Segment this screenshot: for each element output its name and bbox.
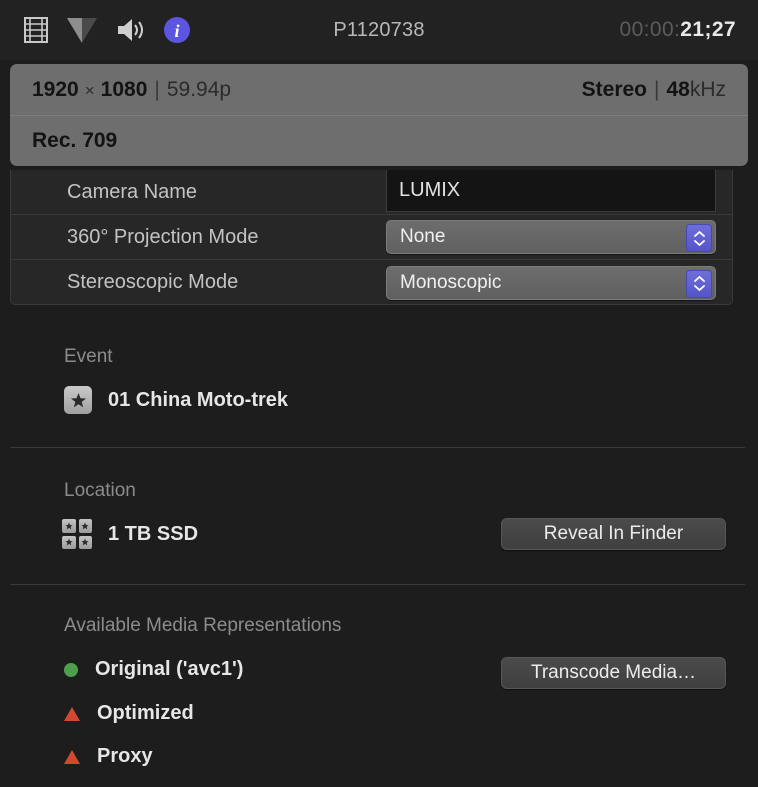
drive-cell [78, 519, 92, 533]
drive-cell [62, 519, 76, 533]
media-representation-label: Original ('avc1') [95, 658, 244, 680]
media-representation-label: Optimized [97, 702, 194, 724]
projection-mode-stepper[interactable] [686, 224, 712, 252]
film-strip-icon-glyph [24, 17, 48, 43]
triangle-inspector-icon[interactable] [65, 16, 99, 44]
property-label-stereoscopic-mode: Stereoscopic Mode [67, 271, 239, 293]
colorspace-row: Rec. 709 [10, 115, 748, 166]
clip-properties-list: Camera Name LUMIX 360° Projection Mode N… [10, 170, 733, 305]
location-item-label: 1 TB SSD [108, 522, 199, 545]
stereoscopic-mode-value: Monoscopic [400, 271, 502, 293]
status-missing-icon [64, 706, 80, 721]
projection-mode-select[interactable]: None [386, 220, 716, 254]
star-glyph [65, 538, 73, 546]
property-control-stereoscopic-mode: Monoscopic [386, 265, 732, 300]
event-item[interactable]: 01 China Moto-trek [64, 386, 288, 414]
chevron-down-icon [693, 239, 705, 246]
property-label-projection-mode: 360° Projection Mode [67, 225, 259, 248]
info-icon-glyph: i [164, 17, 190, 43]
section-divider-location [10, 584, 745, 585]
audio-divider: | [654, 77, 660, 101]
location-section-heading: Location [64, 480, 136, 501]
reveal-in-finder-button[interactable]: Reveal In Finder [501, 518, 726, 550]
inspector-tab-icons: i [24, 16, 191, 44]
status-available-icon [64, 662, 78, 677]
media-representation-label: Proxy [97, 745, 153, 767]
section-divider-event [10, 447, 745, 448]
media-representation-row: Proxy [64, 745, 153, 768]
frame-width: 1920 [32, 77, 79, 101]
timecode-active: 21;27 [680, 18, 736, 41]
video-format-summary: 1920 × 1080 | 59.94p [32, 78, 231, 102]
star-glyph [81, 538, 89, 546]
star-glyph [65, 522, 73, 530]
video-summary-row: 1920 × 1080 | 59.94p Stereo | 48 kHz [10, 64, 748, 115]
location-item[interactable]: 1 TB SSD [62, 519, 198, 549]
colorspace-summary: Rec. 709 [32, 129, 117, 153]
event-item-label: 01 China Moto-trek [108, 388, 289, 411]
star-event-icon-glyph [70, 392, 86, 407]
audio-sample-rate: 48 [666, 77, 690, 101]
svg-text:i: i [174, 21, 179, 41]
media-summary-overlay: 1920 × 1080 | 59.94p Stereo | 48 kHz Rec… [10, 64, 748, 166]
info-icon[interactable]: i [163, 16, 191, 44]
media-representation-row: Original ('avc1') [64, 658, 243, 681]
timecode-leading: 00:00: [619, 18, 681, 41]
media-representation-row: Optimized [64, 702, 194, 725]
star-event-icon [64, 386, 92, 414]
property-row-stereoscopic-mode: Stereoscopic Mode Monoscopic [11, 260, 732, 304]
speaker-audio-icon-glyph [118, 19, 143, 41]
speaker-audio-icon[interactable] [116, 17, 146, 43]
triangle-inspector-icon-glyph [67, 18, 97, 43]
chevron-up-icon [693, 276, 705, 282]
chevron-down-icon [693, 285, 705, 291]
event-section-heading: Event [64, 346, 113, 367]
inspector-toolbar: i P1120738 00:00: 21;27 [0, 0, 758, 60]
property-control-camera-name: LUMIX [386, 170, 732, 212]
audio-channels: Stereo [581, 77, 647, 101]
media-section-heading: Available Media Representations [64, 615, 342, 636]
transcode-media-button[interactable]: Transcode Media… [501, 657, 726, 689]
property-control-projection-mode: None [386, 220, 732, 254]
drive-cell [78, 535, 92, 549]
drive-cell [62, 535, 76, 549]
dimension-separator-icon: × [84, 80, 95, 100]
status-missing-icon [64, 749, 80, 764]
audio-format-summary: Stereo | 48 kHz [582, 78, 726, 102]
stereoscopic-mode-select[interactable]: Monoscopic [386, 265, 716, 300]
property-label-camera-name: Camera Name [67, 180, 198, 203]
summary-divider: | [154, 77, 160, 101]
chevron-up-icon [693, 230, 705, 237]
audio-sample-rate-unit: kHz [689, 77, 726, 101]
stereoscopic-mode-stepper[interactable] [686, 269, 712, 298]
timecode-display: 00:00: 21;27 [619, 0, 736, 60]
property-row-camera-name: Camera Name LUMIX [11, 170, 732, 215]
projection-mode-value: None [400, 226, 446, 247]
star-glyph [81, 522, 89, 530]
camera-name-input[interactable]: LUMIX [386, 170, 716, 212]
colorspace-value: Rec. 709 [32, 129, 118, 152]
frame-height: 1080 [100, 77, 148, 101]
frame-rate: 59.94p [166, 77, 232, 101]
film-strip-icon[interactable] [24, 17, 48, 43]
property-row-projection-mode: 360° Projection Mode None [11, 215, 732, 260]
storage-drive-icon [62, 519, 92, 549]
